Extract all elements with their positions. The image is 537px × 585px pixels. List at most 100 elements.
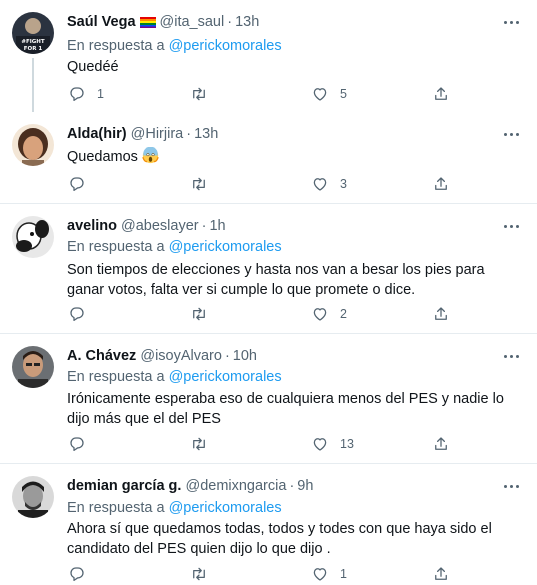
display-name[interactable]: avelino bbox=[67, 218, 117, 234]
share-button[interactable] bbox=[432, 84, 450, 104]
like-icon bbox=[313, 438, 327, 451]
more-icon[interactable] bbox=[501, 216, 521, 236]
retweet-button[interactable] bbox=[190, 174, 219, 194]
mention-link[interactable]: @perickomorales bbox=[169, 369, 282, 385]
like-button[interactable]: 1 bbox=[311, 564, 347, 584]
tweet-text: Quedéé bbox=[67, 59, 119, 75]
timestamp[interactable]: 9h bbox=[297, 478, 313, 494]
share-button[interactable] bbox=[432, 304, 450, 324]
avatar[interactable] bbox=[12, 346, 54, 388]
reply-icon bbox=[70, 177, 84, 192]
share-button[interactable] bbox=[432, 174, 450, 194]
mention-link[interactable]: @perickomorales bbox=[169, 500, 282, 516]
retweet-icon bbox=[193, 307, 205, 321]
reply-button[interactable] bbox=[68, 174, 97, 194]
more-icon[interactable] bbox=[501, 476, 521, 496]
retweet-icon bbox=[193, 177, 205, 191]
display-name[interactable]: A. Chávez bbox=[67, 348, 136, 364]
retweet-button[interactable] bbox=[190, 304, 219, 324]
handle[interactable]: @Hirjira bbox=[131, 126, 184, 142]
svg-text:FOR 1: FOR 1 bbox=[24, 46, 43, 52]
action-bar: 3 bbox=[0, 174, 537, 194]
like-button[interactable]: 2 bbox=[311, 304, 347, 324]
reply-icon bbox=[70, 567, 84, 582]
separator-dot: · bbox=[224, 348, 230, 364]
like-icon bbox=[313, 568, 327, 581]
share-button[interactable] bbox=[432, 564, 450, 584]
separator-dot: · bbox=[186, 126, 192, 142]
share-icon bbox=[435, 437, 447, 450]
reply-icon bbox=[70, 437, 84, 452]
tweet-text: Ahora sí que quedamos todas, todos y tod… bbox=[67, 521, 492, 557]
tweet-a-chavez[interactable]: A. Chávez @isoyAlvaro · 10h En respuesta a… bbox=[0, 334, 537, 464]
reply-icon bbox=[70, 307, 84, 322]
display-name[interactable]: demian garcía g. bbox=[67, 478, 181, 494]
like-button[interactable]: 3 bbox=[311, 174, 347, 194]
avatar[interactable] bbox=[12, 216, 54, 258]
tweet-saul-vega[interactable]: #FIGHT FOR 1 Saúl Vega @ita_saul · 13h En r… bbox=[0, 0, 537, 112]
mention-link[interactable]: @perickomorales bbox=[169, 239, 282, 255]
like-icon bbox=[313, 178, 327, 191]
reply-button[interactable] bbox=[68, 564, 97, 584]
share-icon bbox=[435, 567, 447, 580]
tweet-demian-garcia[interactable]: demian garcía g. @demixngarcia · 9h En res… bbox=[0, 464, 537, 585]
tweet-text: Quedamos bbox=[67, 149, 138, 165]
reply-prefix: En respuesta a bbox=[67, 38, 165, 54]
share-icon bbox=[435, 177, 447, 190]
action-bar: 1 bbox=[0, 564, 537, 584]
reply-context: En respuesta a @perickomorales bbox=[67, 367, 282, 387]
share-button[interactable] bbox=[432, 434, 450, 454]
reply-context: En respuesta a @perickomorales bbox=[67, 237, 282, 257]
retweet-button[interactable] bbox=[190, 84, 219, 104]
timestamp[interactable]: 13h bbox=[235, 14, 259, 30]
timestamp[interactable]: 10h bbox=[233, 348, 257, 364]
like-button[interactable]: 13 bbox=[311, 434, 354, 454]
retweet-icon bbox=[193, 567, 205, 581]
retweet-icon bbox=[193, 87, 205, 101]
retweet-button[interactable] bbox=[190, 564, 219, 584]
display-name[interactable]: Saúl Vega bbox=[67, 14, 136, 30]
like-icon bbox=[313, 88, 327, 101]
more-icon[interactable] bbox=[501, 346, 521, 366]
tweet-avelino[interactable]: avelino @abeslayer · 1h En respuesta a @pe… bbox=[0, 204, 537, 334]
avatar[interactable]: #FIGHT FOR 1 bbox=[12, 12, 54, 54]
reply-prefix: En respuesta a bbox=[67, 239, 165, 255]
timestamp[interactable]: 13h bbox=[194, 126, 218, 142]
share-icon bbox=[435, 307, 447, 320]
handle[interactable]: @ita_saul bbox=[160, 14, 225, 30]
handle[interactable]: @demixngarcia bbox=[185, 478, 286, 494]
like-button[interactable]: 5 bbox=[311, 84, 347, 104]
avatar[interactable] bbox=[12, 124, 54, 166]
rainbow-flag-icon bbox=[139, 17, 156, 28]
reply-button[interactable] bbox=[68, 434, 97, 454]
scream-emoji-icon bbox=[142, 147, 159, 164]
retweet-button[interactable] bbox=[190, 434, 219, 454]
reply-prefix: En respuesta a bbox=[67, 500, 165, 516]
timestamp[interactable]: 1h bbox=[209, 218, 225, 234]
more-icon[interactable] bbox=[501, 12, 521, 32]
reply-count: 1 bbox=[97, 87, 104, 101]
display-name[interactable]: Alda(hir) bbox=[67, 126, 127, 142]
separator-dot: · bbox=[289, 478, 295, 494]
like-count: 2 bbox=[340, 307, 347, 321]
tweet-alda-hir[interactable]: Alda(hir) @Hirjira · 13h Quedamos 3 bbox=[0, 112, 537, 204]
svg-text:#FIGHT: #FIGHT bbox=[21, 39, 45, 45]
like-count: 13 bbox=[340, 437, 354, 451]
reply-prefix: En respuesta a bbox=[67, 369, 165, 385]
tweet-text: Son tiempos de elecciones y hasta nos va… bbox=[67, 262, 485, 298]
like-count: 5 bbox=[340, 87, 347, 101]
handle[interactable]: @abeslayer bbox=[121, 218, 199, 234]
tweet-body: Quedamos bbox=[67, 147, 522, 167]
more-icon[interactable] bbox=[501, 124, 521, 144]
share-icon bbox=[435, 87, 447, 100]
reply-button[interactable]: 1 bbox=[68, 84, 104, 104]
action-bar: 13 bbox=[0, 434, 537, 454]
avatar[interactable] bbox=[12, 476, 54, 518]
handle[interactable]: @isoyAlvaro bbox=[140, 348, 222, 364]
like-count: 3 bbox=[340, 177, 347, 191]
like-count: 1 bbox=[340, 567, 347, 581]
reply-button[interactable] bbox=[68, 304, 97, 324]
reply-context: En respuesta a @perickomorales bbox=[67, 36, 282, 56]
reply-icon bbox=[70, 87, 84, 102]
mention-link[interactable]: @perickomorales bbox=[169, 38, 282, 54]
